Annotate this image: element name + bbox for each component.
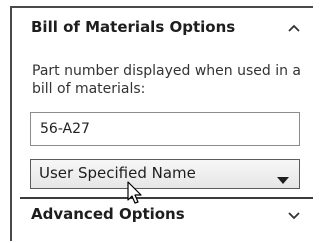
bom-options-title: Bill of Materials Options	[31, 18, 236, 36]
advanced-options-title: Advanced Options	[31, 205, 185, 223]
part-number-description: Part number displayed when used in a bil…	[32, 63, 302, 97]
dropdown-arrow-icon[interactable]	[277, 170, 289, 184]
advanced-options-header[interactable]: Advanced Options	[12, 205, 313, 239]
chevron-down-icon[interactable]	[287, 208, 301, 222]
property-panel: Bill of Materials Options Part number di…	[10, 6, 313, 241]
part-number-source-select[interactable]: User Specified Name	[30, 159, 300, 189]
chevron-up-icon[interactable]	[287, 21, 301, 35]
section-divider	[20, 197, 313, 199]
bom-options-header[interactable]: Bill of Materials Options	[12, 18, 313, 52]
mouse-pointer-icon	[127, 181, 143, 205]
part-number-input[interactable]	[30, 112, 300, 146]
part-number-source-value: User Specified Name	[39, 164, 196, 182]
